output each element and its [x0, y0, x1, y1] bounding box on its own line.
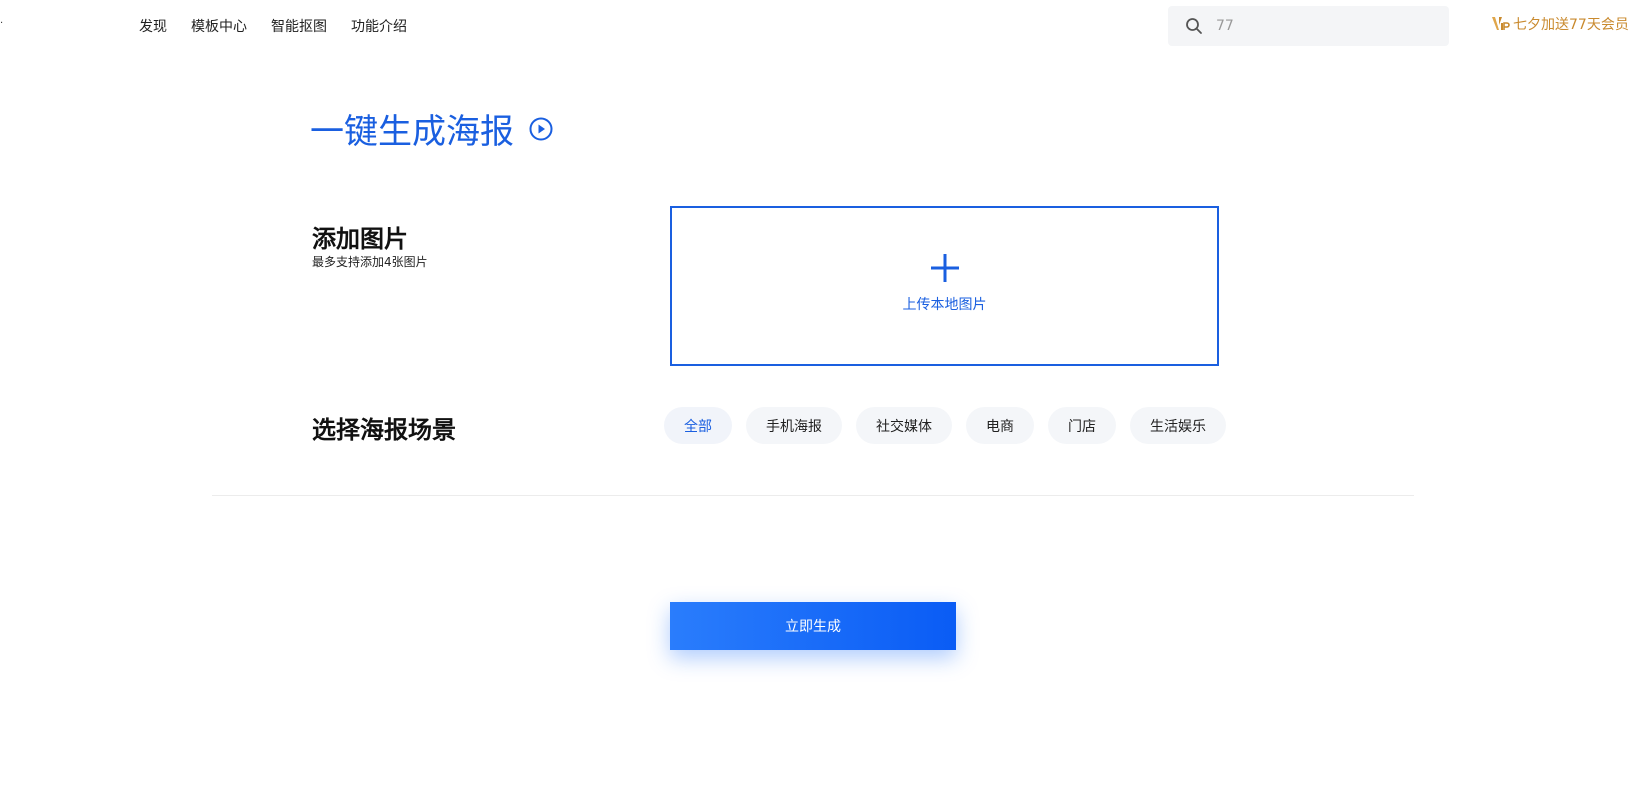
scene-chip-lifestyle[interactable]: 生活娱乐 — [1130, 407, 1226, 444]
page-heading: 一键生成海报 — [310, 104, 554, 153]
upload-label: 上传本地图片 — [902, 297, 987, 313]
scene-chip-group: 全部 手机海报 社交媒体 电商 门店 生活娱乐 — [664, 407, 1240, 444]
add-image-subtitle: 最多支持添加4张图片 — [312, 255, 428, 269]
nav-item-template-center[interactable]: 模板中心 — [191, 16, 247, 36]
section-divider — [212, 495, 1414, 496]
search-icon — [1185, 17, 1203, 35]
edge-mark: · — [0, 18, 4, 29]
search-input[interactable] — [1216, 18, 1416, 34]
main-nav: 发现 模板中心 智能抠图 功能介绍 — [139, 0, 431, 52]
scene-chip-mobile-poster[interactable]: 手机海报 — [746, 407, 842, 444]
add-image-title: 添加图片 — [312, 225, 408, 253]
plus-icon — [929, 252, 961, 284]
scene-chip-all[interactable]: 全部 — [664, 407, 732, 444]
page-title: 一键生成海报 — [310, 112, 514, 152]
search-box[interactable] — [1168, 6, 1449, 46]
vip-icon — [1490, 14, 1510, 34]
play-circle-icon[interactable] — [528, 116, 554, 142]
nav-item-feature-intro[interactable]: 功能介绍 — [351, 16, 407, 36]
scene-chip-ecommerce[interactable]: 电商 — [966, 407, 1034, 444]
vip-label: 七夕加送77天会员 — [1513, 17, 1629, 33]
nav-item-discover[interactable]: 发现 — [139, 16, 167, 36]
scene-chip-store[interactable]: 门店 — [1048, 407, 1116, 444]
scene-chip-social-media[interactable]: 社交媒体 — [856, 407, 952, 444]
generate-now-button[interactable]: 立即生成 — [670, 602, 956, 650]
top-navigation-bar: · 发现 模板中心 智能抠图 功能介绍 七夕加送77天会员 — [0, 0, 1632, 52]
scene-title: 选择海报场景 — [312, 416, 456, 444]
nav-item-smart-cutout[interactable]: 智能抠图 — [271, 16, 327, 36]
upload-local-image-button[interactable]: 上传本地图片 — [670, 206, 1219, 366]
vip-promo-link[interactable]: 七夕加送77天会员 — [1490, 14, 1629, 34]
